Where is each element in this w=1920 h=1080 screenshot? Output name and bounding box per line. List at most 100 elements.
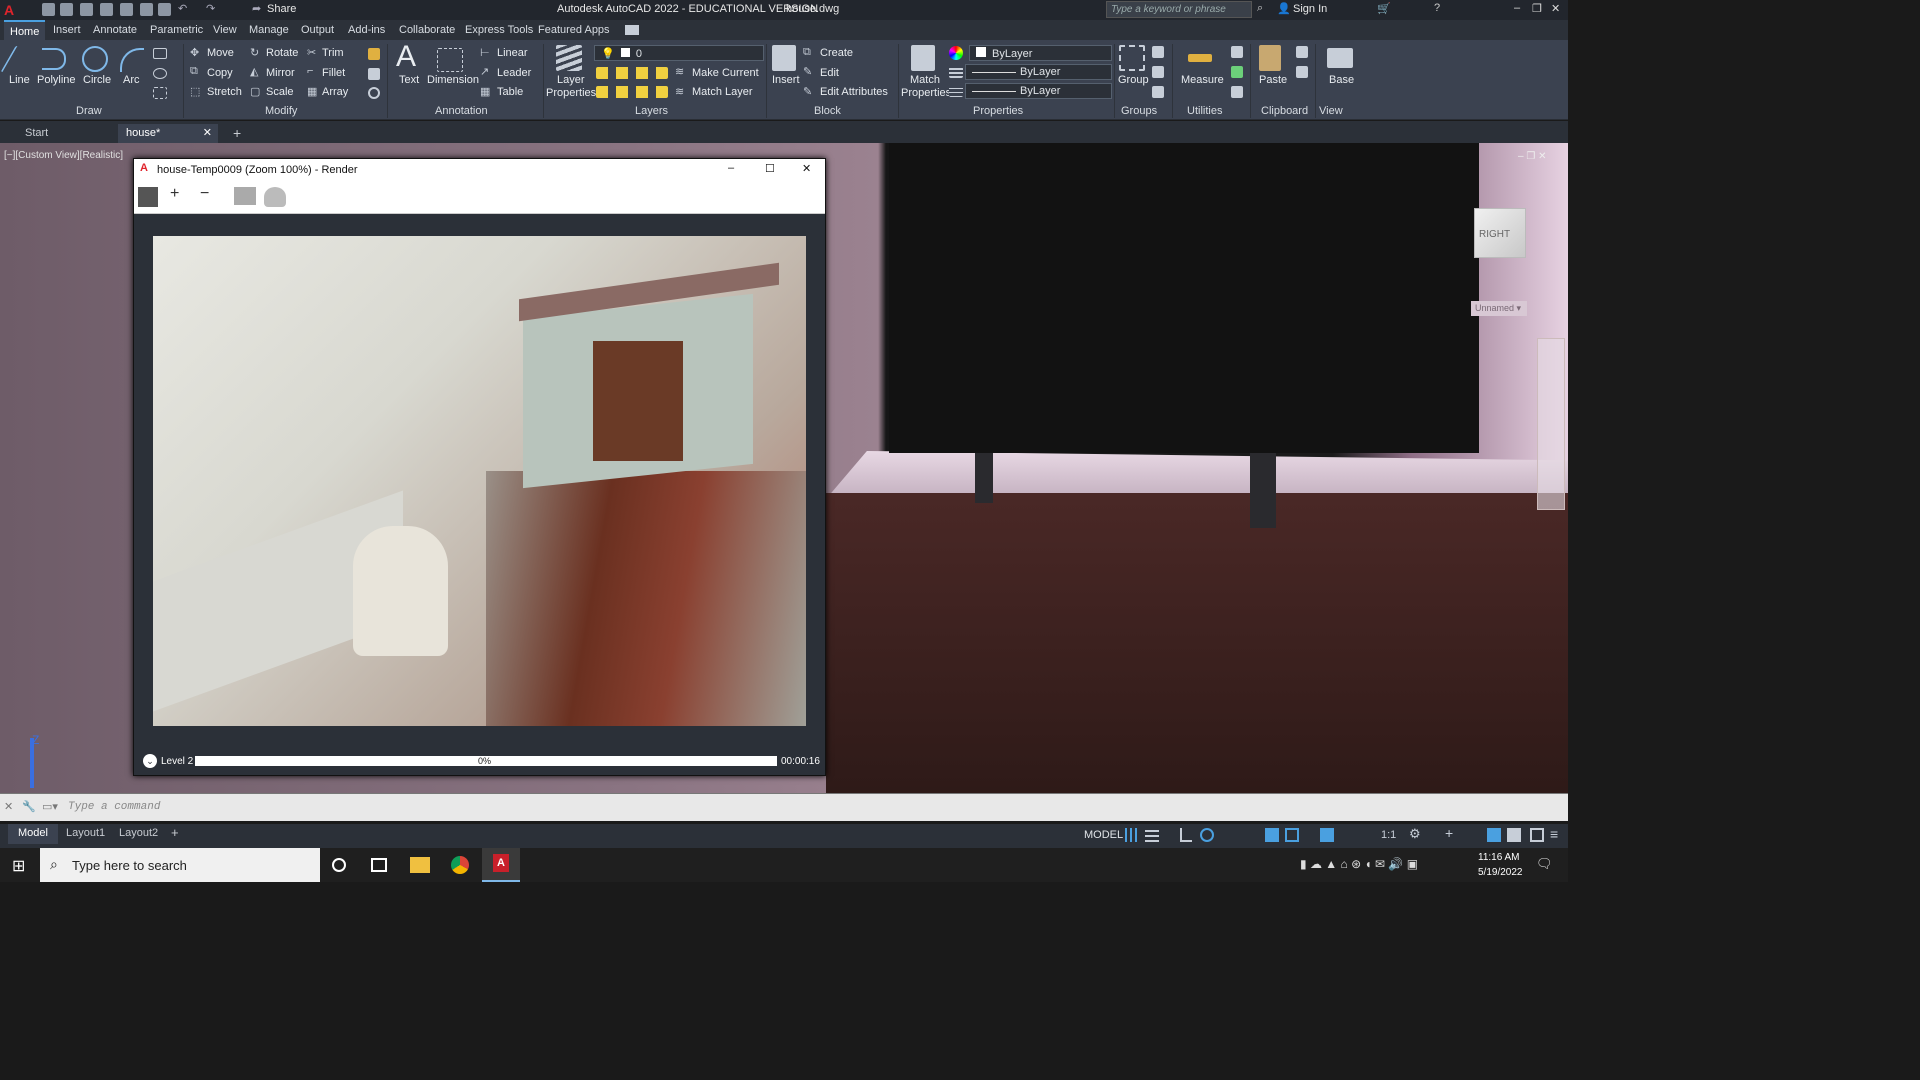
edit-attributes-icon[interactable]: ✎ bbox=[803, 85, 812, 98]
measure-button[interactable]: Measure bbox=[1181, 74, 1224, 86]
hatch-icon[interactable] bbox=[153, 68, 167, 79]
match-properties-button-line2[interactable]: Properties bbox=[901, 87, 951, 99]
insert-button[interactable]: Insert bbox=[772, 74, 800, 86]
house-tab[interactable]: house* ✕ bbox=[118, 124, 218, 143]
layer-properties-button-line2[interactable]: Properties bbox=[546, 87, 596, 99]
annotation-scale[interactable]: 1:1 bbox=[1381, 829, 1396, 841]
save-render-icon[interactable] bbox=[138, 187, 158, 207]
match-properties-button-line1[interactable]: Match bbox=[910, 74, 940, 86]
clean-screen-icon[interactable] bbox=[1530, 828, 1544, 842]
make-current-icon[interactable]: ≋ bbox=[675, 65, 684, 78]
model-layout-tab[interactable]: Model bbox=[8, 824, 58, 844]
linear-button[interactable]: Linear bbox=[497, 47, 528, 59]
properties-panel-title[interactable]: Properties bbox=[973, 105, 1023, 117]
block-panel-title[interactable]: Block bbox=[814, 105, 841, 117]
line-button[interactable]: Line bbox=[9, 74, 30, 86]
layer-properties-button-line1[interactable]: Layer bbox=[557, 74, 585, 86]
layer-tools-row2-icon[interactable] bbox=[596, 86, 668, 98]
mirror-button[interactable]: Mirror bbox=[266, 67, 295, 79]
tab-insert[interactable]: Insert bbox=[53, 24, 81, 36]
open-icon[interactable] bbox=[60, 3, 73, 16]
help-search-input[interactable]: Type a keyword or phrase bbox=[1106, 1, 1252, 18]
create-icon[interactable]: ⧉ bbox=[803, 46, 811, 59]
make-current-button[interactable]: Make Current bbox=[692, 67, 759, 79]
trim-button[interactable]: Trim bbox=[322, 47, 344, 59]
expand-details-icon[interactable]: ⌄ bbox=[143, 754, 157, 768]
select-all-icon[interactable] bbox=[1231, 66, 1243, 78]
ungroup-icon[interactable] bbox=[1152, 46, 1164, 58]
navigation-bar[interactable] bbox=[1537, 338, 1565, 510]
annotation-panel-title[interactable]: Annotation bbox=[435, 105, 488, 117]
customize-menu-icon[interactable]: ≡ bbox=[1550, 826, 1558, 842]
match-layer-icon[interactable]: ≋ bbox=[675, 85, 684, 98]
redo-icon[interactable]: ↷ bbox=[206, 2, 215, 15]
layer-tools-icon[interactable] bbox=[596, 67, 668, 79]
linetype-dropdown[interactable]: ByLayer bbox=[965, 64, 1112, 80]
view-panel-title[interactable]: View bbox=[1319, 105, 1343, 117]
group-select-icon[interactable] bbox=[1152, 86, 1164, 98]
paste-icon[interactable] bbox=[1259, 45, 1281, 71]
edit-attributes-button[interactable]: Edit Attributes bbox=[820, 86, 888, 98]
polyline-button[interactable]: Polyline bbox=[37, 74, 76, 86]
render-close-icon[interactable]: ✕ bbox=[802, 162, 811, 175]
match-properties-icon[interactable] bbox=[911, 45, 935, 71]
rotate-button[interactable]: Rotate bbox=[266, 47, 298, 59]
share-icon[interactable]: ➦ bbox=[252, 2, 261, 15]
rotate-icon[interactable]: ↻ bbox=[250, 46, 259, 59]
command-customize-icon[interactable]: 🔧 bbox=[22, 800, 36, 813]
copy-button[interactable]: Copy bbox=[207, 67, 233, 79]
utilities-panel-title[interactable]: Utilities bbox=[1187, 105, 1222, 117]
cancel-render-icon[interactable] bbox=[264, 187, 286, 207]
autocad-taskbar-icon[interactable]: A bbox=[482, 848, 520, 882]
ucs-dropdown[interactable]: Unnamed ▾ bbox=[1471, 301, 1527, 316]
cortana-icon[interactable] bbox=[332, 858, 346, 872]
search-icon[interactable]: ⌕ bbox=[1257, 2, 1263, 15]
dimension-button[interactable]: Dimension bbox=[427, 74, 479, 86]
explode-icon[interactable] bbox=[368, 68, 380, 80]
clock-date[interactable]: 5/19/2022 bbox=[1478, 867, 1523, 878]
offset-icon[interactable] bbox=[368, 87, 380, 99]
layer-properties-icon[interactable] bbox=[556, 45, 582, 71]
share-label[interactable]: Share bbox=[267, 3, 296, 15]
annotation-monitor-icon[interactable]: + bbox=[1445, 825, 1453, 841]
linear-icon[interactable]: ⊢ bbox=[480, 46, 490, 59]
trim-icon[interactable]: ✂ bbox=[307, 46, 316, 59]
viewcube[interactable]: RIGHT bbox=[1474, 208, 1526, 258]
mirror-icon[interactable]: ◭ bbox=[250, 65, 258, 78]
tab-home[interactable]: Home bbox=[4, 20, 46, 40]
color-wheel-icon[interactable] bbox=[949, 46, 963, 60]
lineweight-toggle-icon[interactable] bbox=[1285, 828, 1299, 842]
task-view-icon[interactable] bbox=[371, 858, 387, 872]
grid-icon[interactable] bbox=[1125, 828, 1139, 842]
clock-time[interactable]: 11:16 AM bbox=[1478, 852, 1520, 863]
zoom-out-icon[interactable]: − bbox=[200, 185, 209, 203]
tab-parametric[interactable]: Parametric bbox=[150, 24, 203, 36]
print-icon[interactable] bbox=[158, 3, 171, 16]
group-edit-icon[interactable] bbox=[1152, 66, 1164, 78]
workspace-gear-icon[interactable]: ⚙ bbox=[1409, 826, 1421, 842]
zoom-in-icon[interactable]: + bbox=[170, 185, 179, 203]
minimize-icon[interactable]: – bbox=[1514, 2, 1520, 14]
array-button[interactable]: Array bbox=[322, 86, 348, 98]
start-tab[interactable]: Start bbox=[17, 124, 117, 143]
text-button[interactable]: Text bbox=[399, 74, 419, 86]
base-button[interactable]: Base bbox=[1329, 74, 1354, 86]
table-icon[interactable]: ▦ bbox=[480, 85, 490, 98]
layout1-tab[interactable]: Layout1 bbox=[66, 827, 105, 839]
color-dropdown[interactable]: ByLayer bbox=[969, 45, 1112, 61]
render-maximize-icon[interactable]: ☐ bbox=[765, 162, 775, 175]
save-icon[interactable] bbox=[80, 3, 93, 16]
file-explorer-icon[interactable] bbox=[410, 857, 430, 873]
notifications-icon[interactable]: 🗨 bbox=[1536, 856, 1553, 872]
windows-start-icon[interactable]: ⊞ bbox=[12, 856, 25, 876]
new-tab-icon[interactable]: + bbox=[225, 122, 249, 141]
clipboard-panel-title[interactable]: Clipboard bbox=[1261, 105, 1308, 117]
circle-icon[interactable] bbox=[82, 46, 108, 72]
base-icon[interactable] bbox=[1327, 48, 1353, 68]
move-icon[interactable]: ✥ bbox=[190, 46, 199, 59]
command-close-icon[interactable]: ✕ bbox=[4, 800, 13, 813]
text-icon[interactable]: A bbox=[396, 40, 416, 74]
edit-button[interactable]: Edit bbox=[820, 67, 839, 79]
tab-collaborate[interactable]: Collaborate bbox=[399, 24, 455, 36]
linetype-icon[interactable] bbox=[949, 67, 963, 78]
